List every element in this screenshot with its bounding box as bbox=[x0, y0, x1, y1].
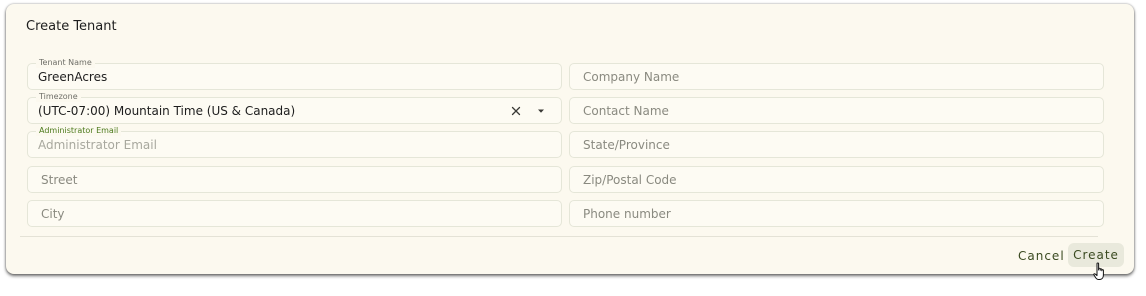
admin-email-placeholder: Administrator Email bbox=[38, 138, 157, 152]
tenant-name-field[interactable]: Tenant Name GreenAcres bbox=[27, 58, 562, 90]
timezone-select[interactable]: Timezone (UTC-07:00) Mountain Time (US &… bbox=[27, 92, 562, 124]
street-placeholder: Street bbox=[41, 173, 78, 187]
admin-email-label: Administrator Email bbox=[36, 126, 122, 136]
contact-name-placeholder: Contact Name bbox=[583, 104, 669, 118]
caret-down-icon[interactable] bbox=[534, 103, 548, 117]
tenant-name-value: GreenAcres bbox=[38, 70, 108, 84]
create-button[interactable]: Create bbox=[1068, 243, 1124, 267]
close-icon[interactable] bbox=[509, 103, 523, 117]
city-placeholder: City bbox=[41, 207, 65, 221]
timezone-value: (UTC-07:00) Mountain Time (US & Canada) bbox=[38, 104, 296, 118]
street-field[interactable]: Street bbox=[27, 166, 562, 193]
zip-postal-code-placeholder: Zip/Postal Code bbox=[583, 173, 677, 187]
city-field[interactable]: City bbox=[27, 200, 562, 227]
zip-postal-code-field[interactable]: Zip/Postal Code bbox=[569, 166, 1104, 193]
tenant-name-label: Tenant Name bbox=[36, 58, 95, 68]
state-province-field[interactable]: State/Province bbox=[569, 131, 1104, 158]
cancel-button[interactable]: Cancel bbox=[1018, 249, 1065, 263]
phone-number-field[interactable]: Phone number bbox=[569, 200, 1104, 227]
company-name-field[interactable]: Company Name bbox=[569, 63, 1104, 90]
state-province-placeholder: State/Province bbox=[583, 138, 670, 152]
create-tenant-dialog: Create Tenant Tenant Name GreenAcres Tim… bbox=[6, 4, 1134, 280]
company-name-placeholder: Company Name bbox=[583, 70, 680, 84]
dialog-title: Create Tenant bbox=[26, 19, 117, 34]
phone-number-placeholder: Phone number bbox=[583, 207, 671, 221]
contact-name-field[interactable]: Contact Name bbox=[569, 97, 1104, 124]
admin-email-field[interactable]: Administrator Email Administrator Email bbox=[27, 126, 562, 158]
timezone-label: Timezone bbox=[36, 92, 81, 102]
actions-divider bbox=[20, 236, 1098, 237]
